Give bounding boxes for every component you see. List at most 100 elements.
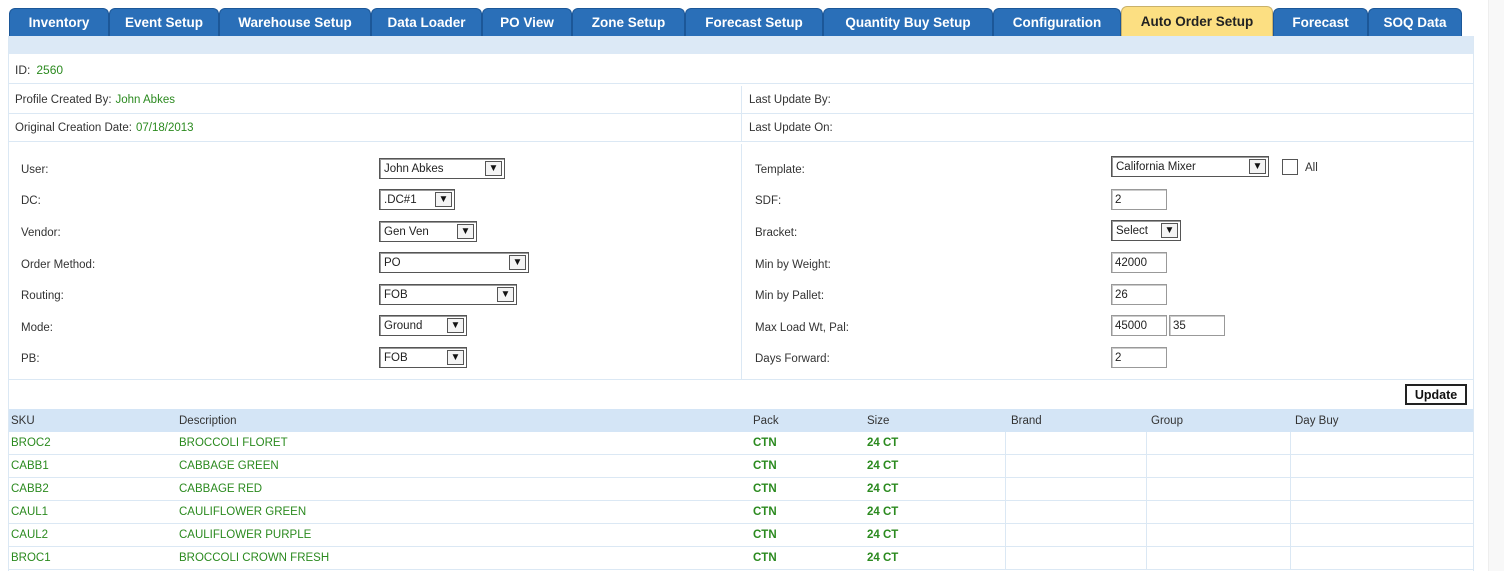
- sku-cell: BROC1: [11, 552, 51, 564]
- table-row[interactable]: CABB2 CABBAGE RED CTN 24 CT: [9, 478, 1473, 501]
- created-by-label: Profile Created By:: [15, 94, 112, 106]
- settings-form: User: John Abkes ▼ DC: .DC#1 ▼ Vendor: G…: [9, 144, 1473, 380]
- description-cell: CABBAGE GREEN: [179, 460, 279, 472]
- created-by-value: John Abkes: [115, 94, 175, 106]
- days-forward-label: Days Forward:: [755, 353, 830, 365]
- all-label: All: [1305, 162, 1318, 174]
- id-value: 2560: [36, 62, 64, 77]
- pack-cell: CTN: [753, 460, 777, 472]
- description-cell: BROCCOLI FLORET: [179, 437, 288, 449]
- last-update-by-label: Last Update By:: [749, 94, 831, 106]
- routing-select-value: FOB: [384, 288, 408, 301]
- creation-date-row: Original Creation Date: 07/18/2013 Last …: [9, 114, 1473, 142]
- max-load-pallet-input[interactable]: 35: [1169, 315, 1225, 336]
- template-select[interactable]: California Mixer ▼: [1111, 156, 1269, 177]
- min-pallet-input[interactable]: 26: [1111, 284, 1167, 305]
- tab-quantity-buy-setup[interactable]: Quantity Buy Setup: [823, 8, 993, 36]
- pack-cell: CTN: [753, 483, 777, 495]
- tab-po-view[interactable]: PO View: [482, 8, 572, 36]
- column-header-description[interactable]: Description: [179, 409, 237, 432]
- pb-label: PB:: [21, 353, 40, 365]
- sku-cell: CABB2: [11, 483, 49, 495]
- all-checkbox[interactable]: [1282, 159, 1298, 175]
- sdf-input-value: 2: [1115, 193, 1122, 206]
- order-method-label: Order Method:: [21, 259, 96, 271]
- vendor-label: Vendor:: [21, 227, 61, 239]
- table-row[interactable]: BROC1 BROCCOLI CROWN FRESH CTN 24 CT: [9, 547, 1473, 570]
- chevron-down-icon: ▼: [497, 287, 514, 302]
- chevron-down-icon: ▼: [447, 350, 464, 365]
- pack-cell: CTN: [753, 529, 777, 541]
- sdf-label: SDF:: [755, 195, 782, 207]
- id-row: ID: 2560: [9, 56, 1473, 84]
- tab-inventory[interactable]: Inventory: [9, 8, 109, 36]
- chevron-down-icon: ▼: [485, 161, 502, 176]
- header-band: [9, 36, 1473, 54]
- max-load-pallet-input-value: 35: [1173, 319, 1186, 332]
- description-cell: CAULIFLOWER GREEN: [179, 506, 307, 518]
- table-row[interactable]: CAUL1 CAULIFLOWER GREEN CTN 24 CT: [9, 501, 1473, 524]
- max-load-weight-input-value: 45000: [1115, 319, 1147, 332]
- size-cell: 24 CT: [867, 506, 899, 518]
- days-forward-input[interactable]: 2: [1111, 347, 1167, 368]
- routing-label: Routing:: [21, 290, 64, 302]
- vendor-select-value: Gen Ven: [384, 225, 429, 238]
- size-cell: 24 CT: [867, 483, 899, 495]
- pack-cell: CTN: [753, 437, 777, 449]
- column-header-group[interactable]: Group: [1151, 409, 1183, 432]
- table-header: SKU Description Pack Size Brand Group Da…: [9, 409, 1473, 432]
- table-row[interactable]: CAUL2 CAULIFLOWER PURPLE CTN 24 CT: [9, 524, 1473, 547]
- table-row[interactable]: CABB1 CABBAGE GREEN CTN 24 CT: [9, 455, 1473, 478]
- column-header-brand[interactable]: Brand: [1011, 409, 1042, 432]
- sku-cell: CAUL1: [11, 506, 49, 518]
- tab-auto-order-setup[interactable]: Auto Order Setup: [1121, 6, 1273, 36]
- min-weight-input[interactable]: 42000: [1111, 252, 1167, 273]
- column-header-pack[interactable]: Pack: [753, 409, 779, 432]
- tab-zone-setup[interactable]: Zone Setup: [572, 8, 685, 36]
- dc-select[interactable]: .DC#1 ▼: [379, 189, 455, 210]
- order-method-select-value: PO: [384, 256, 401, 269]
- tab-soq-data[interactable]: SOQ Data: [1368, 8, 1462, 36]
- chevron-down-icon: ▼: [509, 255, 526, 270]
- sku-cell: CAUL2: [11, 529, 49, 541]
- bracket-label: Bracket:: [755, 227, 798, 239]
- mode-select[interactable]: Ground ▼: [379, 315, 467, 336]
- creation-date-value: 07/18/2013: [135, 122, 194, 134]
- routing-select[interactable]: FOB ▼: [379, 284, 517, 305]
- max-load-weight-input[interactable]: 45000: [1111, 315, 1167, 336]
- bracket-select-value: Select: [1116, 224, 1148, 237]
- table-row[interactable]: BROC2 BROCCOLI FLORET CTN 24 CT: [9, 432, 1473, 455]
- chevron-down-icon: ▼: [447, 318, 464, 333]
- dc-select-value: .DC#1: [384, 193, 417, 206]
- tab-event-setup[interactable]: Event Setup: [109, 8, 219, 36]
- mode-label: Mode:: [21, 322, 53, 334]
- user-select[interactable]: John Abkes ▼: [379, 158, 505, 179]
- column-header-sku[interactable]: SKU: [11, 409, 35, 432]
- pb-select[interactable]: FOB ▼: [379, 347, 467, 368]
- tab-warehouse-setup[interactable]: Warehouse Setup: [219, 8, 371, 36]
- bracket-select[interactable]: Select ▼: [1111, 220, 1181, 241]
- tab-bar: Inventory Event Setup Warehouse Setup Da…: [0, 0, 1504, 36]
- column-header-day-buy[interactable]: Day Buy: [1295, 409, 1338, 432]
- update-button[interactable]: Update: [1405, 384, 1467, 405]
- last-update-on-label: Last Update On:: [749, 122, 833, 134]
- vendor-select[interactable]: Gen Ven ▼: [379, 221, 477, 242]
- tab-configuration[interactable]: Configuration: [993, 8, 1121, 36]
- min-weight-label: Min by Weight:: [755, 259, 831, 271]
- creation-date-label: Original Creation Date:: [15, 122, 132, 134]
- size-cell: 24 CT: [867, 529, 899, 541]
- sdf-input[interactable]: 2: [1111, 189, 1167, 210]
- order-method-select[interactable]: PO ▼: [379, 252, 529, 273]
- min-weight-input-value: 42000: [1115, 256, 1147, 269]
- chevron-down-icon: ▼: [1161, 223, 1178, 238]
- tab-forecast[interactable]: Forecast: [1273, 8, 1368, 36]
- dc-label: DC:: [21, 195, 41, 207]
- column-header-size[interactable]: Size: [867, 409, 889, 432]
- scrollbar[interactable]: [1488, 0, 1504, 571]
- sku-cell: BROC2: [11, 437, 51, 449]
- tab-forecast-setup[interactable]: Forecast Setup: [685, 8, 823, 36]
- tab-data-loader[interactable]: Data Loader: [371, 8, 482, 36]
- user-label: User:: [21, 164, 49, 176]
- chevron-down-icon: ▼: [435, 192, 452, 207]
- size-cell: 24 CT: [867, 460, 899, 472]
